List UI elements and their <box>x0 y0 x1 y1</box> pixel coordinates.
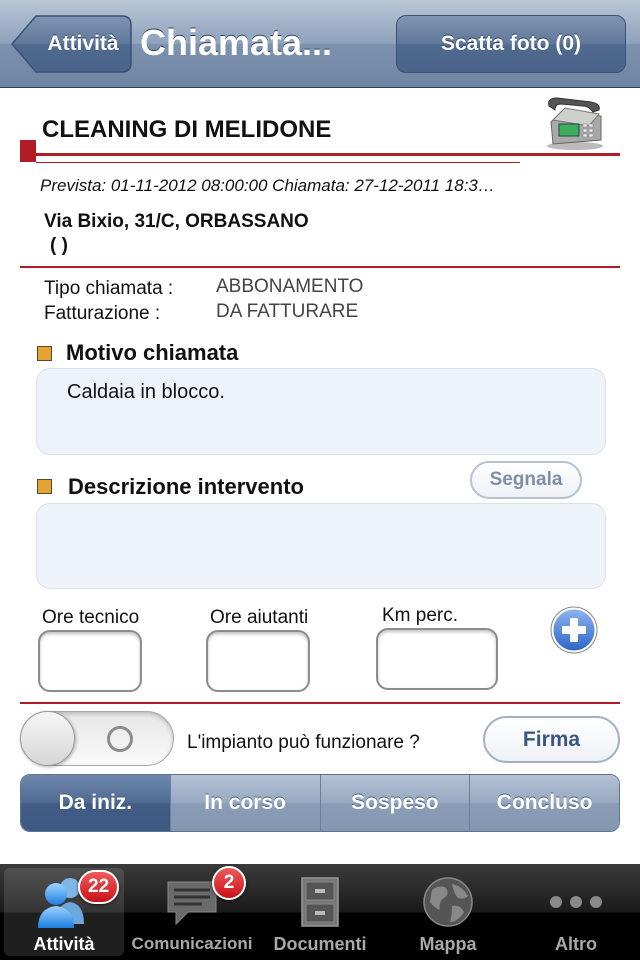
add-icon[interactable] <box>550 606 598 659</box>
section-bullet <box>37 479 52 494</box>
comunicazioni-badge: 2 <box>212 866 246 900</box>
address-extra: ( ) <box>50 235 68 256</box>
tab-mappa[interactable]: Mappa <box>384 864 512 960</box>
title-underline <box>36 153 620 156</box>
fatturazione-label: Fatturazione : <box>44 303 161 324</box>
tab-label: Mappa <box>419 934 477 954</box>
back-button-label: Attività <box>47 32 119 55</box>
ore-tecnico-label: Ore tecnico <box>42 607 140 628</box>
navigation-bar: Attività Chiamata... Scatta foto (0) <box>0 0 640 88</box>
fatturazione-value: DA FATTURARE <box>216 301 359 322</box>
page-title: Chiamata... <box>140 22 333 63</box>
toggle-knob <box>20 711 75 766</box>
phone-icon[interactable] <box>543 96 607 157</box>
motivo-title: Motivo chiamata <box>66 340 239 365</box>
tab-label: Comunicazioni <box>131 934 253 953</box>
title-accent-block <box>20 140 36 162</box>
firma-button[interactable]: Firma <box>483 716 620 763</box>
tipo-chiamata-value: ABBONAMENTO <box>216 276 364 297</box>
take-photo-button[interactable]: Scatta foto (0) <box>396 15 626 73</box>
section-bullet <box>37 346 52 361</box>
title-underline-thin <box>36 162 520 163</box>
more-icon <box>550 896 602 908</box>
status-da-iniz[interactable]: Da iniz. <box>21 775 170 831</box>
status-in-corso[interactable]: In corso <box>169 775 320 831</box>
km-input[interactable] <box>376 628 498 690</box>
divider <box>20 266 620 268</box>
tab-attivita[interactable]: 22 Attività <box>4 868 124 956</box>
km-label: Km perc. <box>382 605 459 626</box>
tab-label: Attività <box>33 934 95 954</box>
descrizione-title: Descrizione intervento <box>68 474 304 499</box>
address-line: Via Bixio, 31/C, ORBASSANO <box>44 211 309 232</box>
impianto-toggle[interactable] <box>20 711 174 766</box>
ore-aiutanti-input[interactable] <box>206 630 310 692</box>
ore-aiutanti-label: Ore aiutanti <box>210 607 309 628</box>
descrizione-textbox[interactable] <box>36 503 606 589</box>
dates-line: Prevista: 01-11-2012 08:00:00 Chiamata: … <box>40 176 495 195</box>
tab-label: Documenti <box>273 934 367 954</box>
tab-altro[interactable]: Altro <box>512 864 640 960</box>
status-segmented-control: Da iniz. In corso Sospeso Concluso <box>20 774 620 832</box>
back-button[interactable]: Attività <box>10 15 132 73</box>
divider <box>20 702 620 704</box>
customer-title: CLEANING DI MELIDONE <box>42 116 332 143</box>
globe-icon <box>423 877 473 927</box>
motivo-text: Caldaia in blocco. <box>67 381 225 403</box>
tab-label: Altro <box>555 934 597 954</box>
tab-documenti[interactable]: Documenti <box>256 864 384 960</box>
tab-comunicazioni[interactable]: 2 Comunicazioni <box>128 864 256 960</box>
impianto-label: L'impianto può funzionare ? <box>187 732 420 753</box>
attivita-badge: 22 <box>78 870 120 904</box>
tipo-chiamata-label: Tipo chiamata : <box>44 278 174 299</box>
ore-tecnico-input[interactable] <box>38 630 142 692</box>
segnala-button[interactable]: Segnala <box>470 461 582 499</box>
motivo-textbox[interactable]: Caldaia in blocco. <box>36 368 606 455</box>
status-sospeso[interactable]: Sospeso <box>319 775 470 831</box>
cabinet-icon <box>301 877 339 927</box>
status-concluso[interactable]: Concluso <box>469 775 619 831</box>
toggle-off-icon <box>107 726 133 752</box>
tab-bar: 22 Attività 2 Comunicazioni Documenti Ma… <box>0 864 640 960</box>
